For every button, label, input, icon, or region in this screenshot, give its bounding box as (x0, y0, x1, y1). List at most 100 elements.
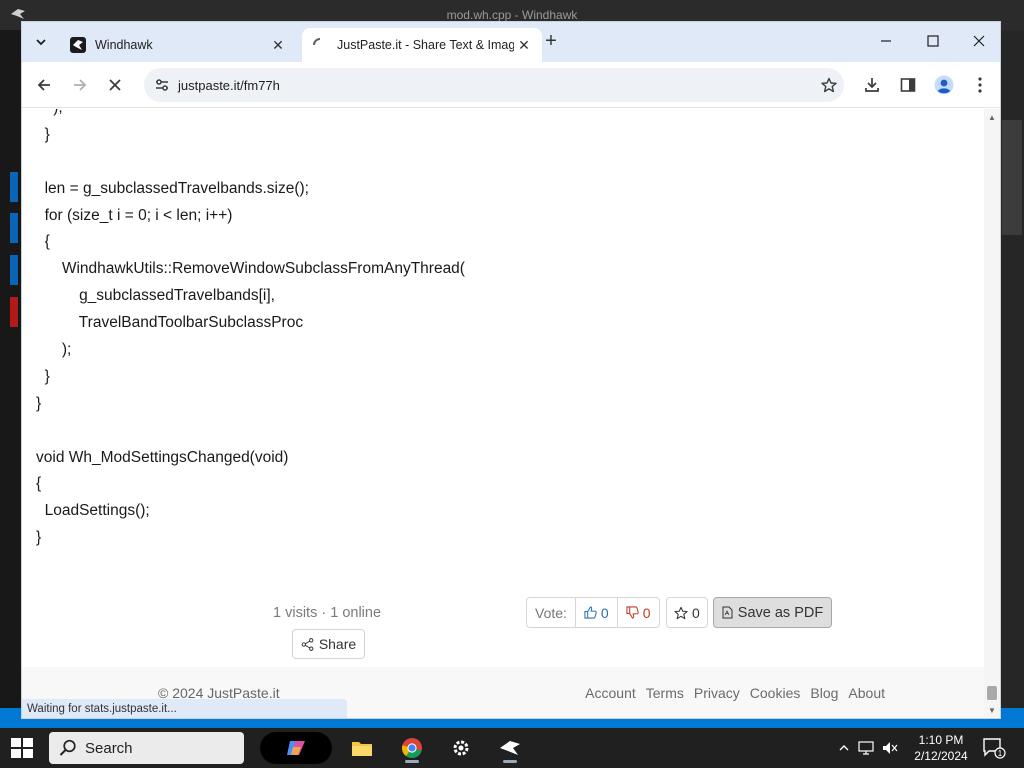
code-line: WindhawkUtils::RemoveWindowSubclassFromA… (36, 260, 465, 278)
code-line: len = g_subclassedTravelbands.size(); (36, 179, 309, 197)
scroll-down-icon[interactable]: ▼ (988, 706, 996, 715)
kebab-menu-icon (978, 77, 982, 93)
footer-link-cookies[interactable]: Cookies (750, 685, 801, 701)
search-icon (59, 739, 76, 756)
copilot-button[interactable] (260, 732, 332, 764)
windhawk-icon (500, 741, 520, 755)
star-outline-icon (674, 606, 688, 619)
site-info-button[interactable] (152, 75, 172, 95)
code-line: } (36, 394, 42, 412)
menu-button[interactable] (965, 70, 995, 100)
taskbar: Search 1:10 PM 2/12/2024 1 (0, 728, 1024, 768)
code-line: } (36, 125, 50, 143)
footer-link-account[interactable]: Account (585, 685, 636, 701)
search-label: Search (85, 739, 133, 757)
url-text[interactable]: justpaste.it/fm77h (178, 78, 280, 93)
new-tab-button[interactable]: + (539, 30, 563, 54)
profile-button[interactable] (929, 70, 959, 100)
chrome-icon (402, 738, 422, 758)
system-clock[interactable]: 1:10 PM 2/12/2024 (912, 732, 970, 764)
code-line: ); (36, 341, 72, 359)
thumbs-up-icon (584, 606, 597, 619)
footer-link-terms[interactable]: Terms (646, 685, 684, 701)
maximize-icon (927, 35, 939, 47)
background-window-title: mod.wh.cpp - Windhawk (446, 8, 578, 22)
browser-toolbar: justpaste.it/fm77h (22, 62, 1000, 108)
footer-link-about[interactable]: About (848, 685, 885, 701)
tab-label: Windhawk (95, 38, 153, 52)
background-activity-marker (10, 297, 18, 327)
stop-icon (109, 79, 121, 91)
taskbar-search[interactable]: Search (49, 732, 244, 764)
share-button[interactable]: Share (292, 629, 365, 659)
background-activity-bar (0, 30, 21, 708)
side-panel-icon (900, 78, 916, 92)
side-panel-button[interactable] (893, 70, 923, 100)
code-line: } (36, 367, 50, 385)
vote-down-count: 0 (642, 604, 651, 621)
code-line: void Wh_ModSettingsChanged(void) (36, 448, 289, 466)
scroll-up-icon[interactable]: ▲ (988, 113, 996, 122)
browser-window: Windhawk ✕ JustPaste.it - Share Text & I… (21, 21, 1001, 719)
visits-count: 1 visits (273, 605, 318, 621)
notification-center-button[interactable]: 1 (982, 736, 1006, 760)
minimize-icon (881, 40, 891, 42)
visit-stats: 1 visits · 1 online (273, 605, 381, 621)
code-line: for (size_t i = 0; i < len; i++) (36, 206, 233, 224)
forward-arrow-icon (74, 79, 87, 91)
scroll-thumb[interactable] (987, 686, 997, 700)
network-icon[interactable] (858, 741, 874, 755)
page-scrollbar[interactable]: ▲ ▼ (984, 109, 1000, 718)
avatar-icon (934, 75, 954, 95)
bookmark-button[interactable] (818, 74, 840, 96)
windhawk-favicon-icon (70, 37, 86, 53)
windows-start-icon[interactable] (11, 738, 33, 758)
close-tab-icon[interactable]: ✕ (514, 35, 534, 55)
favorite-count: 0 (692, 604, 700, 621)
clock-time: 1:10 PM (918, 733, 964, 747)
code-line: ); (36, 109, 465, 122)
stop-loading-button[interactable] (100, 70, 130, 100)
settings-taskbar-button[interactable] (442, 732, 480, 764)
stats-separator: · (321, 605, 327, 621)
thumbs-down-icon (626, 606, 639, 619)
close-icon (973, 35, 985, 47)
code-line: { (36, 475, 42, 493)
code-line: g_subclassedTravelbands[i], (36, 287, 275, 305)
vote-down-button[interactable]: 0 (617, 597, 660, 628)
code-block: ); } len = g_subclassedTravelbands.size(… (36, 109, 465, 552)
chevron-up-icon[interactable] (838, 742, 850, 754)
code-line: TravelBandToolbarSubclassProc (36, 314, 304, 332)
background-activity-marker (10, 213, 18, 243)
page-content: ); } len = g_subclassedTravelbands.size(… (22, 109, 984, 718)
maximize-button[interactable] (911, 28, 955, 54)
minimize-button[interactable] (864, 28, 908, 54)
chrome-taskbar-button[interactable] (393, 732, 431, 764)
notification-icon: 1 (983, 738, 1006, 759)
address-bar[interactable]: justpaste.it/fm77h (144, 68, 844, 102)
windhawk-taskbar-button[interactable] (491, 732, 529, 764)
folder-icon (352, 742, 372, 756)
favorite-button[interactable]: 0 (666, 597, 708, 628)
save-as-pdf-button[interactable]: Save as PDF (713, 597, 832, 628)
tab-windhawk[interactable]: Windhawk ✕ (60, 28, 296, 62)
tab-justpaste[interactable]: JustPaste.it - Share Text & Images ✕ (302, 28, 542, 62)
tab-search-button[interactable] (28, 29, 54, 55)
close-tab-icon[interactable]: ✕ (268, 35, 288, 55)
download-icon (865, 78, 879, 92)
pdf-file-icon (722, 606, 733, 619)
footer-link-privacy[interactable]: Privacy (694, 685, 740, 701)
back-button[interactable] (29, 70, 59, 100)
vote-up-button[interactable]: 0 (575, 597, 618, 628)
file-explorer-button[interactable] (343, 732, 381, 764)
downloads-button[interactable] (857, 70, 887, 100)
volume-muted-icon[interactable] (882, 741, 898, 755)
vote-up-count: 0 (600, 604, 609, 621)
close-window-button[interactable] (957, 28, 1000, 54)
status-bubble: Waiting for stats.justpaste.it... (22, 699, 347, 718)
back-arrow-icon (37, 79, 50, 91)
footer-link-blog[interactable]: Blog (810, 685, 838, 701)
background-scroll-thumb (1002, 120, 1022, 235)
forward-button[interactable] (65, 70, 95, 100)
